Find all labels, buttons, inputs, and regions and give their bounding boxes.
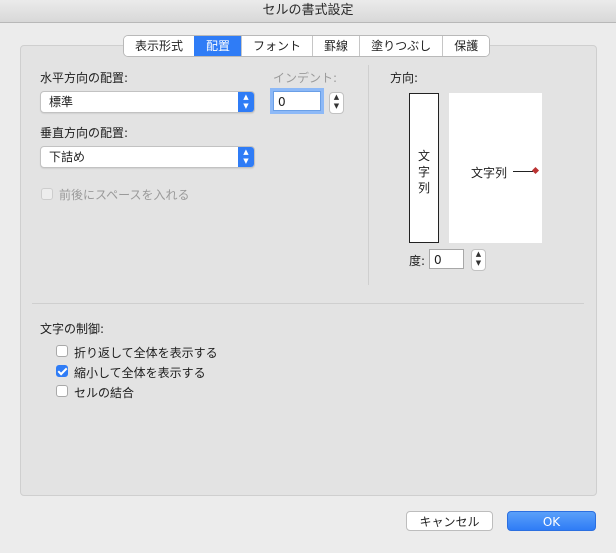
orientation-handle-icon[interactable] (531, 166, 540, 175)
vertical-text-char: 文 (417, 149, 430, 163)
window-title: セルの書式設定 (0, 0, 616, 23)
orientation-text-preview: 文字列 (471, 166, 508, 180)
merge-cells-label: セルの結合 (74, 386, 135, 400)
tab-border[interactable]: 罫線 (312, 36, 360, 56)
merge-cells-checkbox[interactable] (56, 385, 68, 397)
horizontal-alignment-value: 標準 (49, 95, 74, 109)
vertical-text-char: 字 (417, 165, 430, 179)
stepper-up-icon[interactable]: ▲ (472, 250, 485, 259)
stepper-down-icon[interactable]: ▼ (330, 102, 343, 111)
degrees-label: 度: (409, 254, 426, 268)
orientation-dial[interactable]: 文字列 (449, 93, 542, 243)
tab-fill[interactable]: 塗りつぶし (359, 36, 443, 56)
degrees-stepper[interactable]: ▲ ▼ (471, 249, 486, 271)
shrink-to-fit-checkbox[interactable] (56, 365, 68, 377)
wrap-text-checkbox[interactable] (56, 345, 68, 357)
vertical-alignment-value: 下詰め (49, 150, 86, 164)
ok-button[interactable]: OK (507, 511, 596, 531)
indent-input[interactable]: 0 (273, 91, 321, 111)
orientation-label: 方向: (390, 71, 419, 85)
degrees-input[interactable]: 0 (429, 249, 464, 269)
indent-label: インデント: (273, 71, 338, 85)
distributed-label: 前後にスペースを入れる (59, 188, 190, 202)
horizontal-alignment-select[interactable]: 標準 ▲ ▼ (40, 91, 255, 113)
shrink-to-fit-label: 縮小して全体を表示する (74, 366, 206, 380)
distributed-checkbox[interactable] (41, 188, 53, 200)
chevron-up-down-icon: ▲ ▼ (238, 147, 254, 167)
tab-bar: 表示形式 配置 フォント 罫線 塗りつぶし 保護 (123, 35, 491, 57)
chevron-up-down-icon: ▲ ▼ (238, 92, 254, 112)
tab-protection[interactable]: 保護 (442, 36, 490, 56)
stepper-down-icon[interactable]: ▼ (472, 259, 485, 268)
section-divider-horizontal (32, 303, 584, 304)
horizontal-alignment-label: 水平方向の配置: (40, 71, 129, 85)
tab-alignment[interactable]: 配置 (194, 36, 242, 56)
wrap-text-label: 折り返して全体を表示する (74, 346, 218, 360)
vertical-text-char: 列 (417, 181, 430, 195)
vertical-alignment-label: 垂直方向の配置: (40, 126, 129, 140)
text-control-label: 文字の制御: (40, 322, 105, 336)
indent-stepper[interactable]: ▲ ▼ (329, 92, 344, 114)
tab-font[interactable]: フォント (241, 36, 313, 56)
section-divider-vertical (368, 65, 369, 285)
orientation-needle (513, 171, 533, 172)
cancel-button[interactable]: キャンセル (406, 511, 493, 531)
tab-number-format[interactable]: 表示形式 (124, 36, 195, 56)
vertical-text-toggle[interactable]: 文 字 列 (409, 93, 439, 243)
stepper-up-icon[interactable]: ▲ (330, 93, 343, 102)
vertical-alignment-select[interactable]: 下詰め ▲ ▼ (40, 146, 255, 168)
